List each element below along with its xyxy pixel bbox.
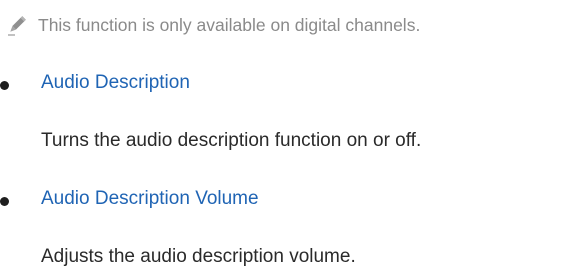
bullet-icon <box>0 81 9 90</box>
item-description: Adjusts the audio description volume. <box>41 246 356 267</box>
item-title-audio-description[interactable]: Audio Description <box>41 72 190 94</box>
note-text: This function is only available on digit… <box>38 14 421 35</box>
item-title-audio-description-volume[interactable]: Audio Description Volume <box>41 188 259 210</box>
pencil-icon <box>6 14 28 36</box>
note-row: This function is only available on digit… <box>6 10 420 40</box>
item-description: Turns the audio description function on … <box>41 130 422 151</box>
bullet-icon <box>0 197 9 206</box>
